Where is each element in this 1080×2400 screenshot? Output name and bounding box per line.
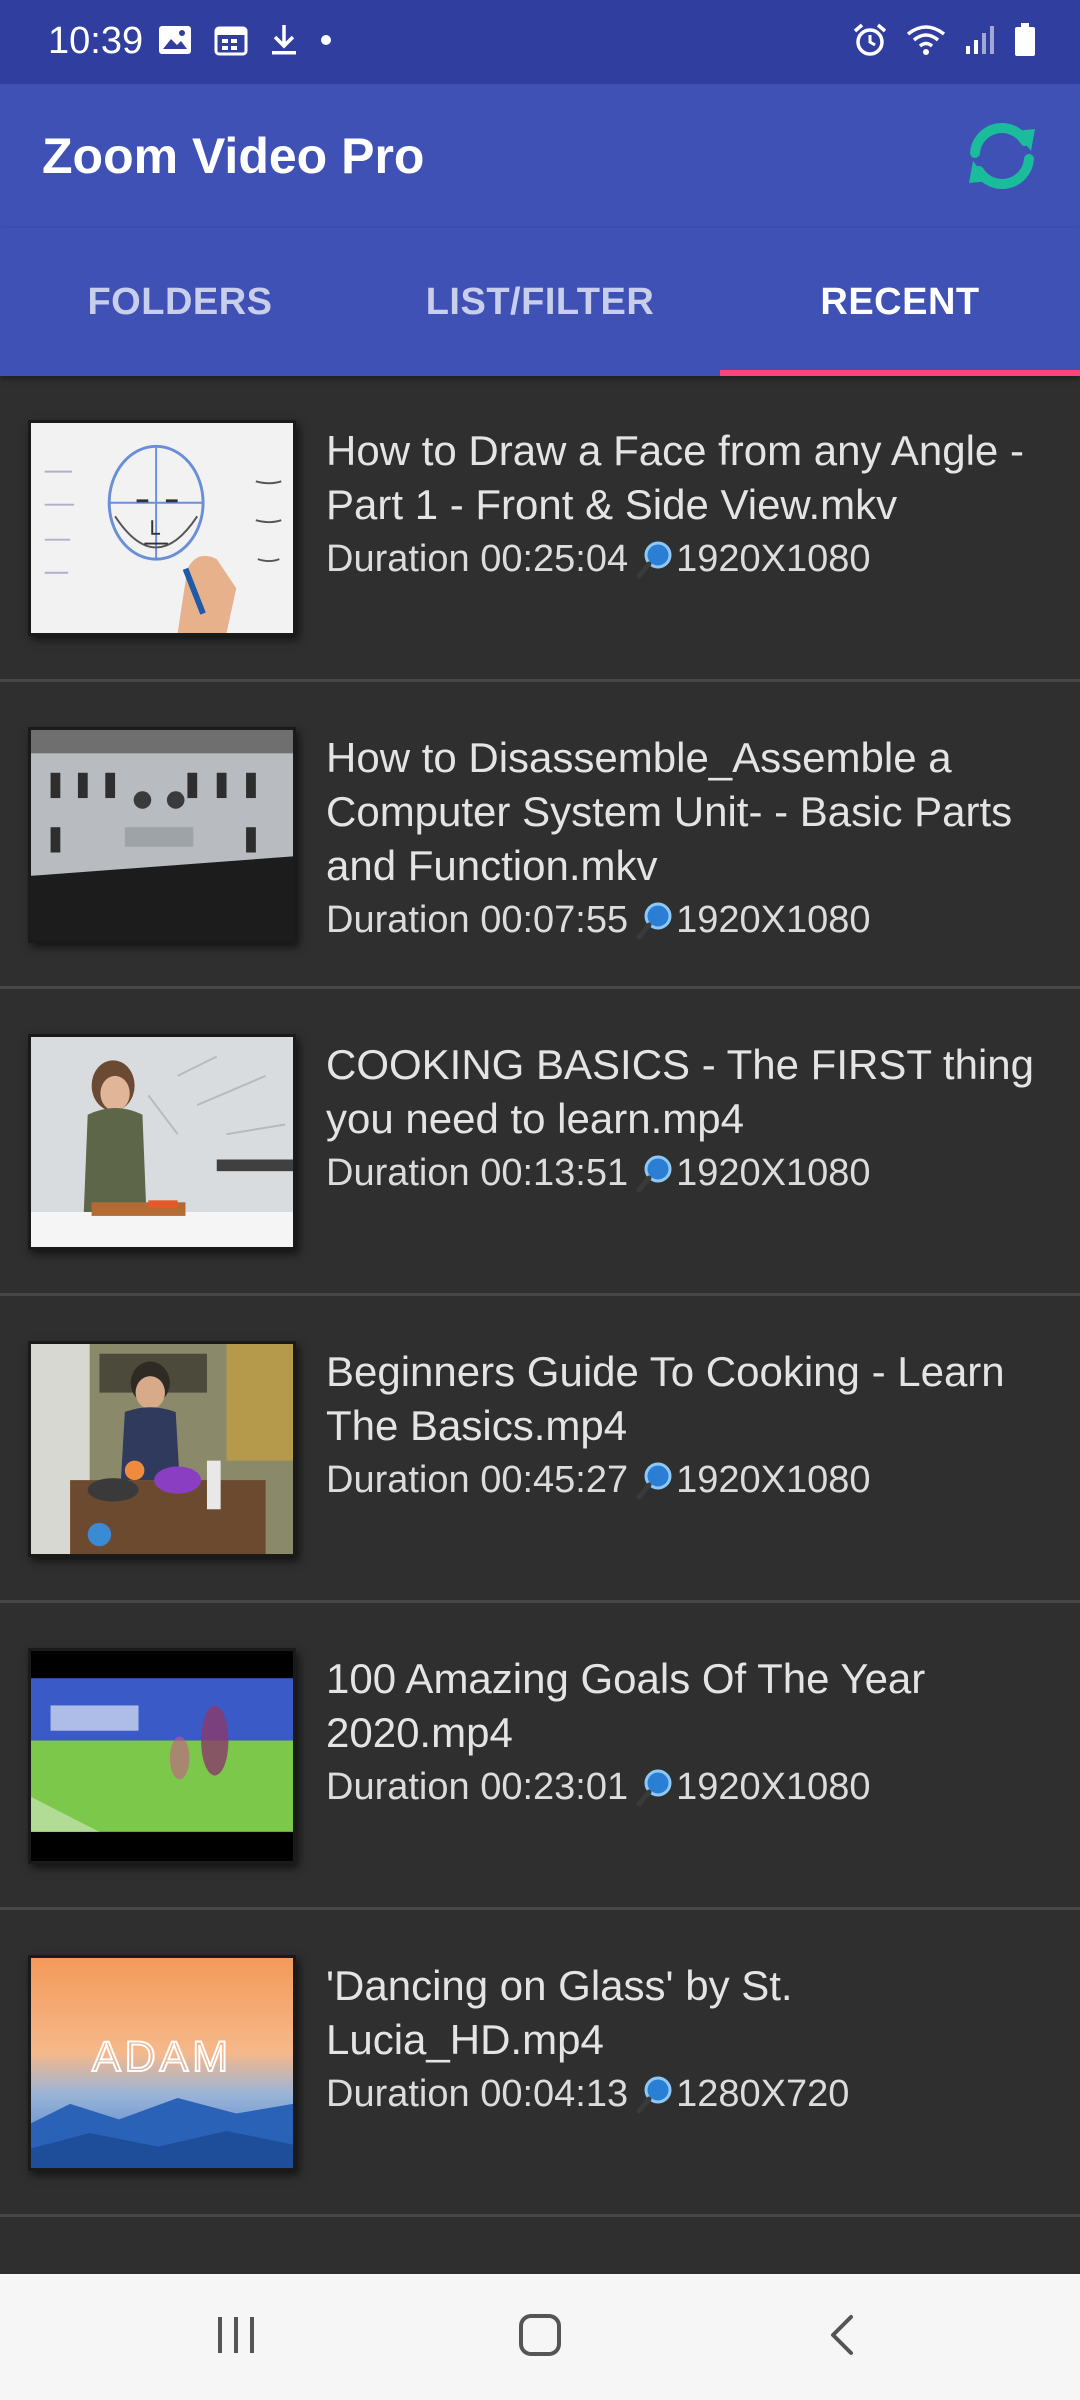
- video-row[interactable]: COOKING BASICS - The FIRST thing you nee…: [0, 990, 1080, 1296]
- video-meta: Duration 00:25:04 1920X1080: [326, 532, 1076, 586]
- video-info: Beginners Guide To Cooking - Learn The B…: [326, 1345, 1076, 1507]
- video-list: How to Draw a Face from any Angle - Part…: [0, 376, 1080, 2274]
- video-meta: Duration 00:07:55 1920X1080: [326, 893, 1076, 947]
- video-row[interactable]: 100 Amazing Goals Of The Year 2020.mp4 D…: [0, 1604, 1080, 1910]
- video-title-cont: Part 1 - Front & Side View.mkv: [326, 481, 898, 528]
- image-icon: [158, 25, 192, 60]
- video-info: How to Draw a Face from any Angle - Part…: [326, 424, 1076, 586]
- zoom-icon: [636, 1462, 672, 1500]
- duration-value: 00:07:55: [480, 899, 629, 941]
- app-title: Zoom Video Pro: [42, 128, 425, 184]
- zoom-icon: [636, 2076, 672, 2114]
- video-thumbnail: [28, 1341, 296, 1557]
- status-bar: 10:39: [0, 0, 1080, 84]
- video-meta: Duration 00:04:13 1280X720: [326, 2067, 1076, 2121]
- video-row[interactable]: ADAM 'Dancing on Glass' by St. Lucia_HD.…: [0, 1911, 1080, 2217]
- video-title-cont: 2020.mp4: [326, 1709, 513, 1756]
- duration-label: Duration: [326, 2073, 470, 2115]
- video-title: 100 Amazing Goals Of The Year: [326, 1655, 926, 1702]
- zoom-icon: [636, 1155, 672, 1193]
- alarm-icon: [852, 22, 888, 63]
- video-row[interactable]: Beginners Guide To Cooking - Learn The B…: [0, 1297, 1080, 1603]
- app-bar: Zoom Video Pro: [0, 84, 1080, 228]
- tab-recent[interactable]: RECENT: [720, 228, 1080, 376]
- duration-label: Duration: [326, 538, 470, 580]
- video-title: Beginners Guide To Cooking - Learn: [326, 1348, 1005, 1395]
- video-thumbnail: ADAM: [28, 1955, 296, 2171]
- resolution-value: 1920X1080: [676, 1766, 871, 1808]
- zoom-icon: [636, 1769, 672, 1807]
- duration-value: 00:13:51: [480, 1152, 629, 1194]
- video-meta: Duration 00:45:27 1920X1080: [326, 1453, 1076, 1507]
- duration-label: Duration: [326, 899, 470, 941]
- video-meta: Duration 00:13:51 1920X1080: [326, 1146, 1076, 1200]
- video-title: How to Disassemble_Assemble a: [326, 734, 952, 781]
- video-title-cont: Computer System Unit- - Basic Parts: [326, 788, 1013, 835]
- video-row[interactable]: How to Disassemble_Assemble a Computer S…: [0, 683, 1080, 989]
- resolution-value: 1920X1080: [676, 538, 871, 580]
- home-button[interactable]: [440, 2274, 640, 2400]
- refresh-button[interactable]: [954, 118, 1050, 198]
- duration-label: Duration: [326, 1766, 470, 1808]
- tab-list-filter[interactable]: LIST/FILTER: [360, 228, 720, 376]
- video-thumbnail: [28, 1648, 296, 1864]
- tab-folders[interactable]: FOLDERS: [0, 228, 360, 376]
- video-title: COOKING BASICS - The FIRST thing: [326, 1041, 1034, 1088]
- video-title-cont: and Function.mkv: [326, 842, 658, 889]
- recent-apps-icon: [214, 2315, 258, 2360]
- back-icon: [827, 2313, 857, 2362]
- video-title-cont: The Basics.mp4: [326, 1402, 628, 1449]
- video-thumbnail: [28, 420, 296, 636]
- video-thumbnail: [28, 1034, 296, 1250]
- duration-label: Duration: [326, 1459, 470, 1501]
- tab-bar: FOLDERS LIST/FILTER RECENT: [0, 228, 1080, 376]
- zoom-icon: [636, 902, 672, 940]
- zoom-icon: [636, 541, 672, 579]
- video-title: How to Draw a Face from any Angle -: [326, 427, 1024, 474]
- status-right-icons: [852, 20, 1036, 64]
- resolution-value: 1280X720: [676, 2073, 850, 2115]
- resolution-value: 1920X1080: [676, 899, 871, 941]
- video-meta: Duration 00:23:01 1920X1080: [326, 1760, 1076, 1814]
- refresh-icon: [959, 119, 1045, 198]
- duration-label: Duration: [326, 1152, 470, 1194]
- video-info: 'Dancing on Glass' by St. Lucia_HD.mp4 D…: [326, 1959, 1076, 2121]
- battery-icon: [1014, 22, 1036, 62]
- status-left-icons: [158, 22, 332, 62]
- video-title-cont: Lucia_HD.mp4: [326, 2016, 604, 2063]
- duration-value: 00:23:01: [480, 1766, 629, 1808]
- duration-value: 00:25:04: [480, 538, 629, 580]
- download-icon: [270, 23, 298, 62]
- dot-icon: [320, 33, 332, 51]
- resolution-value: 1920X1080: [676, 1459, 871, 1501]
- status-time: 10:39: [48, 20, 144, 62]
- resolution-value: 1920X1080: [676, 1152, 871, 1194]
- calendar-icon: [214, 24, 248, 61]
- back-button[interactable]: [742, 2274, 942, 2400]
- duration-value: 00:04:13: [480, 2073, 629, 2115]
- video-info: COOKING BASICS - The FIRST thing you nee…: [326, 1038, 1076, 1200]
- navigation-bar: [0, 2274, 1080, 2400]
- wifi-icon: [906, 24, 946, 61]
- duration-value: 00:45:27: [480, 1459, 629, 1501]
- video-title-cont: you need to learn.mp4: [326, 1095, 744, 1142]
- signal-icon: [964, 24, 996, 61]
- video-thumbnail: [28, 727, 296, 943]
- video-info: 100 Amazing Goals Of The Year 2020.mp4 D…: [326, 1652, 1076, 1814]
- recent-apps-button[interactable]: [136, 2274, 336, 2400]
- video-row[interactable]: How to Draw a Face from any Angle - Part…: [0, 376, 1080, 682]
- video-info: How to Disassemble_Assemble a Computer S…: [326, 731, 1076, 947]
- video-title: 'Dancing on Glass' by St.: [326, 1962, 793, 2009]
- thumbnail-adam-text: ADAM: [92, 2033, 232, 2081]
- home-icon: [518, 2313, 562, 2362]
